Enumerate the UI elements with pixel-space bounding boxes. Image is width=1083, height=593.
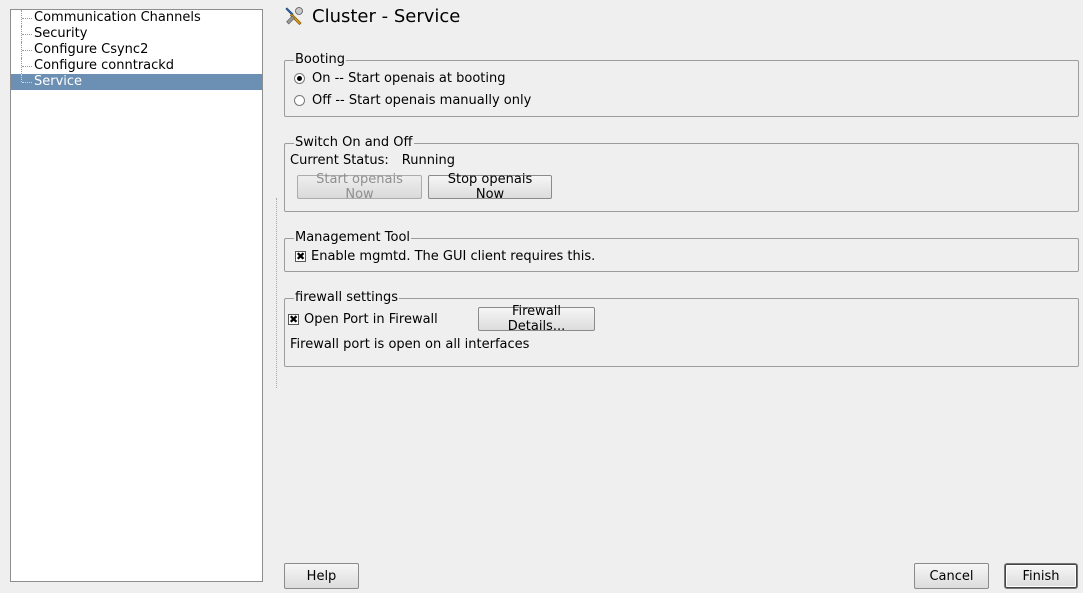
current-status: Current Status: Running bbox=[290, 150, 1078, 170]
wrench-screwdriver-icon bbox=[285, 7, 303, 26]
open-port-label: Open Port in Firewall bbox=[304, 311, 438, 327]
page-title-text: Cluster - Service bbox=[312, 5, 461, 27]
tree-item-configure-csync2[interactable]: Configure Csync2 bbox=[11, 42, 262, 58]
radio-on[interactable] bbox=[294, 72, 305, 84]
firewall-details-button[interactable]: Firewall Details... bbox=[478, 304, 595, 334]
booting-off-label: Off -- Start openais manually only bbox=[312, 92, 532, 108]
open-port-option[interactable]: ✖ Open Port in Firewall bbox=[288, 308, 478, 330]
switch-group: Switch On and Off Current Status: Runnin… bbox=[284, 136, 1079, 212]
tree-item-communication-channels[interactable]: Communication Channels bbox=[11, 10, 262, 26]
tree-item-label: Security bbox=[34, 26, 88, 41]
tree-item-label: Configure Csync2 bbox=[34, 42, 149, 57]
booting-on-option[interactable]: On -- Start openais at booting bbox=[290, 67, 1078, 89]
tree-item-service[interactable]: Service bbox=[11, 74, 262, 90]
page-title: Cluster - Service bbox=[284, 4, 460, 28]
firewall-legend: firewall settings bbox=[295, 290, 399, 305]
tree-item-security[interactable]: Security bbox=[11, 26, 262, 42]
stop-openais-button[interactable]: Stop openais Now bbox=[428, 172, 552, 202]
booting-off-option[interactable]: Off -- Start openais manually only bbox=[290, 89, 1078, 111]
start-openais-button[interactable]: Start openais Now bbox=[297, 172, 422, 202]
status-value: Running bbox=[401, 152, 456, 168]
cancel-button[interactable]: Cancel bbox=[914, 563, 989, 589]
booting-on-label: On -- Start openais at booting bbox=[312, 70, 506, 86]
booting-legend: Booting bbox=[295, 52, 346, 67]
finish-button[interactable]: Finish bbox=[1005, 564, 1077, 588]
mgmtd-option[interactable]: ✖ Enable mgmtd. The GUI client requires … bbox=[295, 245, 1078, 267]
tree-item-label: Communication Channels bbox=[34, 10, 201, 25]
mgmtd-label: Enable mgmtd. The GUI client requires th… bbox=[311, 248, 596, 264]
management-group: Management Tool ✖ Enable mgmtd. The GUI … bbox=[284, 231, 1079, 272]
management-legend: Management Tool bbox=[295, 230, 411, 245]
open-port-checkbox[interactable]: ✖ bbox=[288, 313, 299, 325]
switch-legend: Switch On and Off bbox=[295, 135, 413, 150]
help-button[interactable]: Help bbox=[284, 563, 359, 589]
booting-group: Booting On -- Start openais at booting O… bbox=[284, 53, 1079, 117]
tree-item-label: Configure conntrackd bbox=[34, 58, 175, 73]
firewall-status-text: Firewall port is open on all interfaces bbox=[290, 337, 530, 352]
navigation-tree: Communication Channels Security Configur… bbox=[10, 9, 263, 582]
tree-item-configure-conntrackd[interactable]: Configure conntrackd bbox=[11, 58, 262, 74]
status-label: Current Status: bbox=[290, 152, 389, 168]
radio-off[interactable] bbox=[294, 94, 305, 106]
firewall-group: firewall settings ✖ Open Port in Firewal… bbox=[284, 291, 1079, 367]
mgmtd-checkbox[interactable]: ✖ bbox=[295, 250, 306, 262]
tree-item-label: Service bbox=[34, 74, 83, 89]
pane-splitter[interactable] bbox=[276, 198, 277, 388]
